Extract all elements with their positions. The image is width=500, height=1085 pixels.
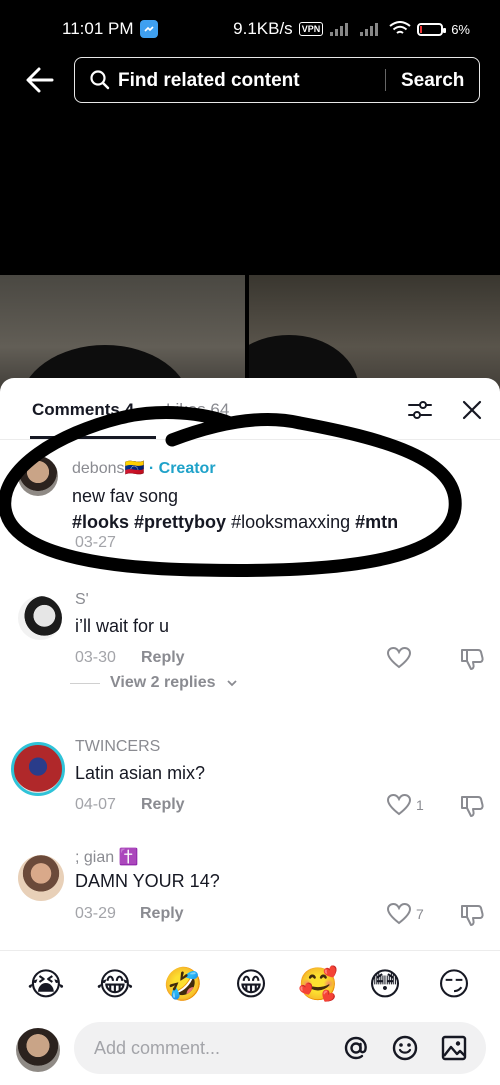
heart-icon bbox=[386, 646, 412, 669]
comment-username[interactable]: S' bbox=[75, 591, 89, 609]
image-icon[interactable] bbox=[440, 1034, 468, 1062]
comment-text: new fav song #looks #prettyboy #looksmax… bbox=[72, 486, 399, 532]
creator-label: · Creator bbox=[144, 460, 216, 477]
signal-2-icon bbox=[360, 23, 379, 36]
battery-percent: 6% bbox=[451, 21, 470, 37]
tab-likes[interactable]: Likes 64 bbox=[166, 400, 229, 420]
comment-date: 03-30 bbox=[75, 649, 116, 666]
vpn-badge: VPN bbox=[298, 22, 324, 36]
signal-icon bbox=[330, 23, 349, 36]
dislike-icon[interactable] bbox=[459, 646, 485, 672]
emoji-rofl[interactable]: 🤣 bbox=[161, 964, 205, 1004]
emoji-smiling-hearts[interactable]: 🥰 bbox=[296, 964, 340, 1004]
comment-date: 04-07 bbox=[75, 796, 116, 813]
reply-button[interactable]: Reply bbox=[140, 905, 184, 923]
comment-input[interactable]: Add comment... bbox=[74, 1022, 486, 1074]
like-button[interactable]: 7 bbox=[386, 901, 424, 927]
comment-date: 03-27 bbox=[75, 534, 116, 551]
wifi-icon bbox=[389, 21, 411, 34]
like-count: 7 bbox=[416, 906, 424, 922]
status-bar: 11:01 PM 9.1KB/s VPN 6% bbox=[0, 0, 500, 56]
avatar[interactable] bbox=[18, 596, 62, 640]
emoji-quick-row: 😭 😂 🤣 😁 🥰 😳 😏 bbox=[0, 950, 500, 1020]
comment-text: DAMN YOUR 14? bbox=[75, 871, 220, 891]
tab-active-indicator bbox=[30, 436, 156, 439]
comment-username[interactable]: debons🇻🇪 · Creator bbox=[72, 458, 216, 478]
search-input[interactable]: Find related content bbox=[118, 70, 300, 92]
video-thumbnail-right[interactable] bbox=[249, 275, 500, 395]
back-arrow-icon[interactable] bbox=[22, 62, 58, 98]
search-divider bbox=[385, 69, 386, 91]
chevron-down-icon bbox=[226, 680, 237, 687]
dislike-icon[interactable] bbox=[459, 793, 485, 819]
emoji-loudly-crying[interactable]: 😭 bbox=[24, 964, 68, 1004]
emoji-grin[interactable]: 😁 bbox=[229, 964, 273, 1004]
comment-text: i’ll wait for u bbox=[75, 616, 170, 636]
reply-button[interactable]: Reply bbox=[141, 796, 185, 814]
avatar[interactable] bbox=[18, 855, 64, 901]
heart-icon bbox=[386, 902, 412, 925]
emoji-flushed[interactable]: 😳 bbox=[363, 964, 407, 1004]
comment-date: 03-29 bbox=[75, 905, 116, 922]
mention-icon[interactable] bbox=[342, 1034, 370, 1062]
network-speed: 9.1KB/s bbox=[233, 19, 293, 38]
tab-comments[interactable]: Comments 4 bbox=[32, 400, 134, 420]
search-icon bbox=[90, 70, 110, 90]
comments-tabs: Comments 4 Likes 64 bbox=[0, 378, 500, 440]
status-time: 11:01 PM bbox=[62, 19, 134, 38]
like-button[interactable]: 1 bbox=[386, 792, 424, 818]
status-time-group: 11:01 PM bbox=[62, 19, 158, 39]
avatar[interactable] bbox=[11, 742, 65, 796]
status-indicators: 9.1KB/s VPN 6% bbox=[233, 19, 470, 39]
emoji-tears-of-joy[interactable]: 😂 bbox=[93, 964, 137, 1004]
view-replies-label: View 2 replies bbox=[110, 674, 216, 691]
messenger-notification-icon bbox=[139, 20, 158, 38]
close-icon[interactable] bbox=[458, 396, 486, 424]
emoji-picker-icon[interactable] bbox=[391, 1034, 419, 1062]
video-thumbnail-left[interactable] bbox=[0, 275, 245, 395]
like-button[interactable] bbox=[386, 645, 412, 671]
replies-divider bbox=[70, 682, 100, 684]
dislike-icon[interactable] bbox=[459, 902, 485, 928]
comment-input-row: Add comment... bbox=[0, 1020, 500, 1085]
comment-input-placeholder: Add comment... bbox=[94, 1038, 221, 1058]
emoji-smirk[interactable]: 😏 bbox=[432, 964, 476, 1004]
heart-icon bbox=[386, 793, 412, 816]
avatar[interactable] bbox=[18, 456, 58, 496]
battery-icon bbox=[417, 22, 447, 36]
reply-button[interactable]: Reply bbox=[141, 649, 185, 667]
view-replies-button[interactable]: View 2 replies bbox=[70, 674, 238, 692]
comment-username[interactable]: TWINCERS bbox=[75, 738, 160, 756]
filter-icon[interactable] bbox=[406, 396, 434, 424]
comment-text: Latin asian mix? bbox=[75, 763, 206, 783]
like-count: 1 bbox=[416, 797, 424, 813]
search-button[interactable]: Search bbox=[401, 70, 464, 92]
my-avatar[interactable] bbox=[16, 1028, 60, 1072]
comment-username[interactable]: ; gian ✝️ bbox=[75, 847, 139, 867]
search-bar[interactable]: Find related content Search bbox=[74, 57, 480, 103]
